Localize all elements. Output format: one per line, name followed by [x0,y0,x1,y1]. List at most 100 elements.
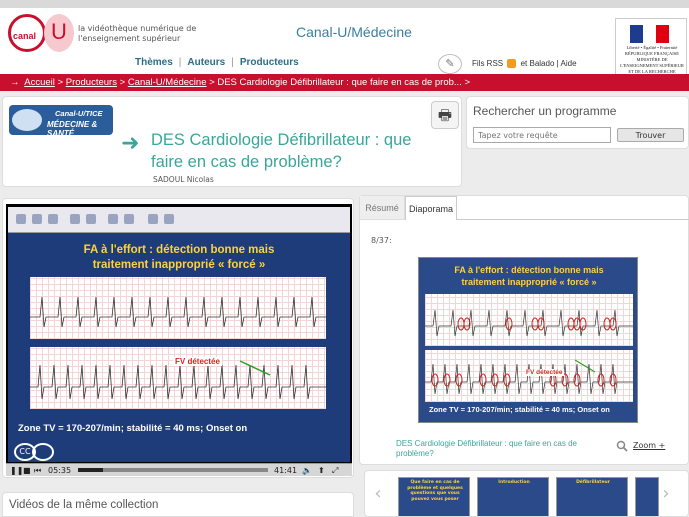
program-author[interactable]: SADOUL Nicolas [153,175,214,184]
search-heading: Rechercher un programme [473,104,617,118]
search-panel: Rechercher un programme Trouver [466,96,689,149]
badge-logo-icon [12,109,42,131]
carousel-thumb-title: Que faire en cas de problème et quelques… [407,480,463,502]
slide-carousel: ‹ Que faire en cas de problème et quelqu… [364,470,689,517]
carousel-thumb[interactable]: Que faire en cas de problème et quelques… [398,477,470,516]
ministry-text: Liberté • Égalité • Fraternité RÉPUBLIQU… [620,45,684,74]
main-nav: Thèmes | Auteurs | Producteurs [135,57,299,68]
nav-separator: | [178,57,182,68]
progress-bar[interactable] [78,468,268,472]
breadcrumb-current: DES Cardiologie Défibrillateur : que fai… [217,77,471,88]
breadcrumb-sep: > [119,77,126,88]
same-collection-heading: Vidéos de la même collection [9,499,159,511]
preview-ecg-bottom [425,350,633,402]
carousel-thumb-title: Introduction [498,480,530,485]
tab-panel: Résumé Diaporama 8/37: FA à l'effort : d… [359,195,689,465]
logo-u-mark: U [44,14,74,52]
preview-ecg-top [425,294,633,346]
toolbar-button-icon [108,214,118,224]
page: canal U la vidéothèque numérique de l'en… [0,0,689,517]
badge-line1: Canal-U/TICE [55,109,103,118]
slide-title-link[interactable]: DES Cardiologie Défibrillateur : que fai… [396,439,606,459]
slide-counter: 8/37: [371,236,392,245]
slide-preview[interactable]: FA à l'effort : détection bonne mais tra… [418,257,638,423]
breadcrumb-sep: > [209,77,215,88]
toolbar-button-icon [16,214,26,224]
total-time: 41:41 [274,466,298,475]
rewind-icon[interactable]: ⏮ [34,465,41,476]
link-separator: | [556,59,559,68]
slide-title-line1: FA à l'effort : détection bonne mais [83,244,275,256]
carousel-thumb[interactable]: Introduction [477,477,549,516]
current-time: 05:35 [48,466,72,475]
carousel-prev-icon[interactable]: ‹ [371,481,385,507]
logo-canal-text: canal [13,31,37,41]
ecg-strip-top [30,277,326,339]
pause-icon[interactable]: ❚❚ [10,465,23,476]
toolbar-button-icon [32,214,42,224]
rss-icon[interactable] [507,59,517,69]
rss-link[interactable]: Fils RSS [472,59,503,68]
ecg-trace [30,296,326,328]
carousel-thumb-title: Défibrillateur [576,480,610,485]
toolbar-button-icon [124,214,134,224]
zoom-link[interactable]: Zoom + [633,441,665,450]
carousel-thumb[interactable]: Défibrillateur [556,477,628,516]
ministry-logo[interactable]: Liberté • Égalité • Fraternité RÉPUBLIQU… [615,18,687,76]
toolbar-button-icon [70,214,80,224]
clip-icon[interactable]: ✎ [438,54,462,74]
site-title[interactable]: Canal-U/Médecine [296,24,412,40]
site-tagline: la vidéothèque numérique de l'enseigneme… [78,24,197,43]
slide-caption: Zone TV = 170-207/min; stabilité = 40 ms… [18,423,248,434]
breadcrumb-canal-u-medecine[interactable]: Canal-U/Médecine [128,77,207,88]
preview-caption: Zone TV = 170-207/min; stabilité = 40 ms… [429,405,610,414]
top-strip [0,0,689,8]
video-panel: FA à l'effort : détection bonne mais tra… [2,198,354,478]
toolbar-button-icon [164,214,174,224]
preview-title: FA à l'effort : détection bonne mais tra… [423,264,635,288]
aide-link[interactable]: Aide [561,59,577,68]
fv-detected-label: FV détectée [173,357,222,366]
nav-producteurs[interactable]: Producteurs [240,57,299,68]
video-screen[interactable]: FA à l'effort : détection bonne mais tra… [8,207,350,462]
carousel-next-icon[interactable]: › [659,481,673,507]
fullscreen-icon[interactable]: ⬆ [318,465,325,476]
nav-auteurs[interactable]: Auteurs [187,57,225,68]
stop-icon[interactable]: ■ [23,465,31,476]
toolbar-button-icon [148,214,158,224]
breadcrumb-producteurs[interactable]: Producteurs [66,77,117,88]
canal-u-tice-badge[interactable]: Canal-U/TICE MÉDECINE & SANTÉ [9,105,113,138]
presentation-toolbar [8,207,350,233]
popout-icon[interactable]: ⤢ [332,465,338,476]
slide-title: FA à l'effort : détection bonne mais tra… [14,243,344,273]
printer-icon[interactable]: 🖶 [431,101,459,129]
search-button[interactable]: Trouver [617,128,684,142]
carousel-thumb[interactable] [635,477,659,516]
breadcrumb-accueil[interactable]: Accueil [24,77,55,88]
preview-title-line2: traitement inapproprié « forcé » [461,277,597,287]
badge-line2: MÉDECINE & SANTÉ [47,120,98,138]
search-input[interactable] [473,127,611,143]
tab-resume[interactable]: Résumé [360,196,405,220]
tab-diaporama[interactable]: Diaporama [405,196,457,220]
magnifier-icon[interactable] [616,440,628,452]
nav-themes[interactable]: Thèmes [135,57,173,68]
tab-divider [457,219,689,220]
program-title: DES Cardiologie Défibrillateur : que fai… [151,131,412,171]
breadcrumb-sep: > [57,77,64,88]
preview-ecg-trace [425,359,633,395]
subtitles-icon[interactable]: CC [14,443,36,461]
preview-title-line1: FA à l'effort : détection bonne mais [454,265,604,275]
arrow-right-icon: ➜ [121,131,140,156]
balado-link[interactable]: et Balado [521,59,555,68]
player-controls: ❚❚ ■ ⏮ 05:35 41:41 🔈 ⬆ ⤢ [6,463,352,476]
same-collection-panel: Vidéos de la même collection [2,492,354,517]
volume-icon[interactable]: 🔈 [302,465,312,476]
breadcrumb-arrow-icon: → [10,77,20,88]
video-player[interactable]: FA à l'effort : détection bonne mais tra… [6,204,352,476]
site-header: canal U la vidéothèque numérique de l'en… [0,8,689,76]
french-flag-icon [630,25,670,43]
preview-fv-label: FV détectée [525,369,564,376]
progress-fill [78,468,103,472]
toolbar-button-icon [86,214,96,224]
